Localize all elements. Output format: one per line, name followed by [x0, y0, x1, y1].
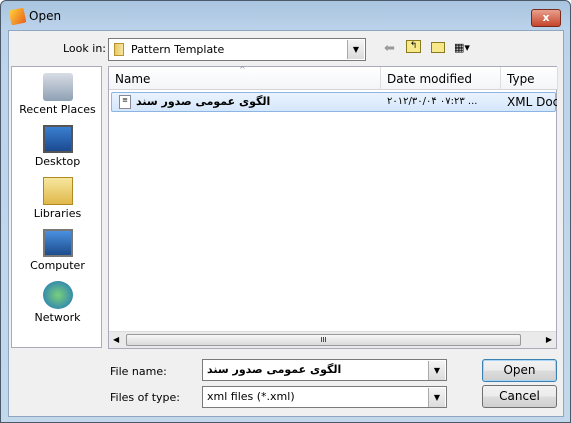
computer-icon [42, 229, 73, 257]
chevron-down-icon[interactable]: ▼ [428, 361, 445, 380]
back-icon[interactable]: ⬅ [384, 41, 395, 56]
file-type-value: xml files (*.xml) [207, 390, 295, 403]
place-desktop[interactable]: Desktop [12, 125, 103, 168]
recent-places-icon [42, 73, 73, 101]
place-libraries[interactable]: Libraries [12, 177, 103, 220]
folder-icon [114, 43, 124, 56]
column-label: Name [115, 72, 151, 86]
file-list: Name ^ Date modified Type ≡ الگوی عمومی ص… [108, 65, 558, 349]
scroll-right-icon[interactable]: ▶ [546, 335, 552, 344]
network-icon [42, 281, 73, 309]
sort-ascending-icon: ^ [239, 65, 246, 74]
desktop-icon [42, 125, 73, 153]
places-bar: Recent Places Desktop Libraries Computer… [11, 66, 102, 348]
up-folder-icon[interactable]: ↰ [406, 40, 421, 53]
place-label: Computer [30, 259, 85, 272]
window-title: Open [29, 9, 62, 23]
app-icon [8, 7, 27, 26]
look-in-value: Pattern Template [131, 43, 225, 56]
place-computer[interactable]: Computer [12, 229, 103, 272]
file-name-value: الگوی عمومی صدور سند [207, 363, 342, 376]
place-network[interactable]: Network [12, 281, 103, 324]
libraries-icon [42, 177, 73, 205]
look-in-label: Look in: [63, 42, 106, 55]
open-dialog: Open x Look in: Pattern Template ▼ ⬅ ↰ ▦… [0, 0, 571, 423]
xml-file-icon: ≡ [119, 95, 131, 109]
file-date: ۲۰۱۲/۳۰/۰۴ ۰۷:۲۳ ... [387, 96, 478, 107]
column-name[interactable]: Name ^ [109, 65, 381, 90]
column-type[interactable]: Type [501, 67, 558, 90]
scroll-left-icon[interactable]: ◀ [113, 335, 119, 344]
column-label: Date modified [387, 72, 473, 86]
file-type-select[interactable]: xml files (*.xml) ▼ [202, 386, 447, 408]
scroll-thumb[interactable]: III [126, 334, 521, 346]
place-label: Network [34, 311, 81, 324]
new-folder-icon[interactable] [431, 42, 445, 53]
open-button[interactable]: Open [482, 359, 557, 382]
file-name: الگوی عمومی صدور سند [136, 95, 271, 108]
place-label: Recent Places [19, 103, 96, 116]
chevron-down-icon[interactable]: ▼ [347, 40, 364, 59]
file-name-label: File name: [110, 365, 167, 378]
column-date-modified[interactable]: Date modified [381, 67, 501, 90]
close-button[interactable]: x [531, 9, 561, 27]
horizontal-scrollbar[interactable]: ◀ III ▶ [109, 331, 556, 348]
file-row[interactable]: ≡ الگوی عمومی صدور سند ۲۰۱۲/۳۰/۰۴ ۰۷:۲۳ … [111, 92, 557, 112]
look-in-combo[interactable]: Pattern Template ▼ [108, 38, 366, 61]
place-recent-places[interactable]: Recent Places [12, 73, 103, 116]
views-menu-icon[interactable]: ▦▾ [454, 41, 470, 54]
place-label: Libraries [33, 207, 82, 220]
cancel-button[interactable]: Cancel [482, 385, 557, 408]
place-label: Desktop [34, 155, 81, 168]
file-name-input[interactable]: الگوی عمومی صدور سند ▼ [202, 359, 447, 381]
file-type-label: Files of type: [110, 391, 181, 404]
file-type: XML Docu [507, 95, 557, 109]
column-label: Type [507, 72, 535, 86]
chevron-down-icon[interactable]: ▼ [428, 388, 445, 407]
